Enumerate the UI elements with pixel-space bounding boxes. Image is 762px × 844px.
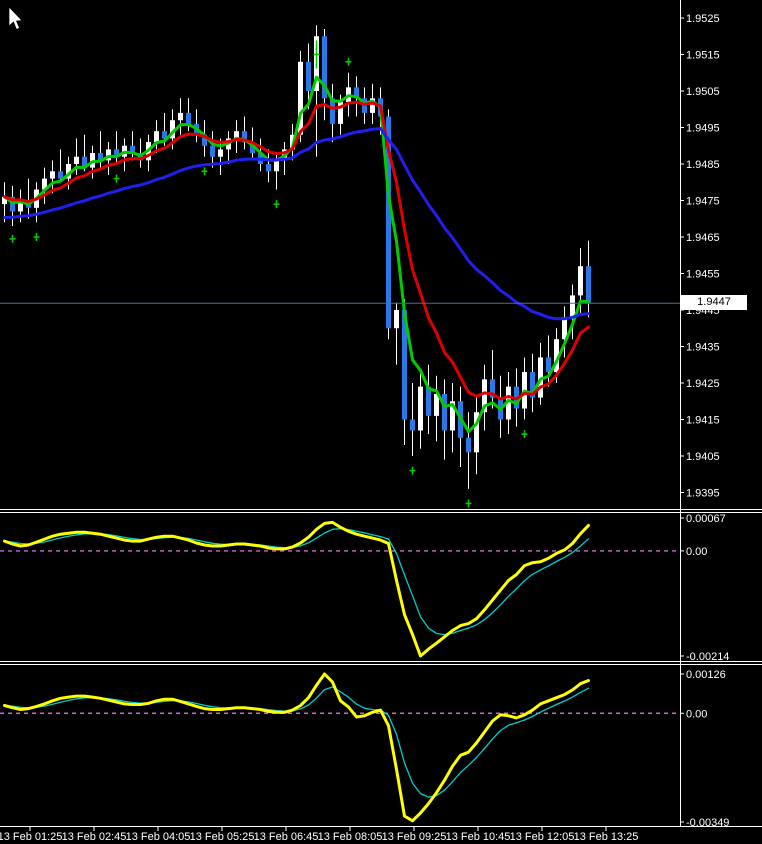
indicator-scale-label: -0.00349 bbox=[686, 817, 729, 829]
time-axis-label: 13 Feb 05:25 bbox=[190, 831, 255, 843]
signal-line bbox=[5, 687, 589, 797]
price-axis[interactable]: 1.9525 1.9515 1.9505 1.9495 1.9485 1.9475 1.94… bbox=[680, 0, 720, 827]
time-axis-label: 13 Feb 12:05 bbox=[510, 831, 575, 843]
price-axis-label: 1.9485 bbox=[686, 159, 720, 171]
time-axis-label: 13 Feb 08:05 bbox=[318, 831, 383, 843]
candle-body bbox=[274, 160, 279, 171]
candle-body bbox=[210, 146, 215, 157]
oscillator-panel-2[interactable]: 0.00126 0.00 -0.00349 bbox=[0, 662, 762, 830]
indicator-scale-label: 0.00067 bbox=[686, 513, 726, 525]
candle-body bbox=[570, 295, 575, 317]
price-axis-label: 1.9415 bbox=[686, 415, 720, 427]
candle-body bbox=[74, 157, 79, 164]
candle-body bbox=[154, 131, 159, 142]
candle-body bbox=[266, 164, 271, 171]
trading-chart-window: 1.9525 1.9515 1.9505 1.9495 1.9485 1.9475 1.94… bbox=[0, 0, 762, 844]
candle-body bbox=[178, 113, 183, 120]
time-axis-label: 13 Feb 09:25 bbox=[382, 831, 447, 843]
price-axis-label: 1.9435 bbox=[686, 342, 720, 354]
candlestick-panel[interactable] bbox=[0, 25, 680, 507]
price-axis-label: 1.9475 bbox=[686, 196, 720, 208]
indicator-scale-label: 0.00 bbox=[686, 546, 707, 558]
price-axis-label: 1.9425 bbox=[686, 378, 720, 390]
mouse-cursor-icon bbox=[8, 7, 30, 33]
price-axis-label: 1.9515 bbox=[686, 50, 720, 62]
main-indicator-line bbox=[5, 674, 589, 821]
candle-body bbox=[186, 113, 191, 124]
candle-body bbox=[306, 62, 311, 91]
chart-canvas[interactable]: 1.9525 1.9515 1.9505 1.9495 1.9485 1.9475 1.94… bbox=[0, 0, 762, 844]
price-axis-label: 1.9395 bbox=[686, 488, 720, 500]
time-axis-label: 13 Feb 06:45 bbox=[254, 831, 319, 843]
price-axis-label: 1.9495 bbox=[686, 123, 720, 135]
time-axis[interactable]: 13 Feb 01:2513 Feb 02:4513 Feb 04:0513 F… bbox=[0, 826, 762, 843]
price-axis-label: 1.9525 bbox=[686, 13, 720, 25]
indicator-scale-label: 0.00126 bbox=[686, 669, 726, 681]
candle-body bbox=[426, 387, 431, 416]
price-axis-label: 1.9505 bbox=[686, 86, 720, 98]
price-axis-label: 1.9405 bbox=[686, 451, 720, 463]
candle-body bbox=[410, 420, 415, 431]
candle-body bbox=[50, 171, 55, 178]
indicator-scale-label: 0.00 bbox=[686, 708, 707, 720]
candle-body bbox=[58, 171, 63, 178]
candle-body bbox=[394, 310, 399, 328]
candle-body bbox=[586, 266, 591, 303]
candle-body bbox=[442, 394, 447, 431]
time-axis-label: 13 Feb 13:25 bbox=[574, 831, 639, 843]
candle-body bbox=[466, 438, 471, 453]
current-price-box: 1.9447 bbox=[681, 295, 747, 310]
oscillator-panel-1[interactable]: 0.000670.00-0.00214 bbox=[0, 510, 762, 664]
candle-body bbox=[546, 357, 551, 372]
current-price-label: 1.9447 bbox=[697, 296, 731, 308]
main-indicator-line bbox=[5, 522, 589, 656]
time-axis-label: 13 Feb 10:45 bbox=[446, 831, 511, 843]
time-axis-label: 13 Feb 04:05 bbox=[126, 831, 191, 843]
price-axis-label: 1.9465 bbox=[686, 232, 720, 244]
candle-body bbox=[218, 149, 223, 156]
candle-body bbox=[418, 387, 423, 431]
time-axis-label: 13 Feb 02:45 bbox=[62, 831, 127, 843]
candle-body bbox=[578, 266, 583, 295]
price-axis-label: 1.9455 bbox=[686, 269, 720, 281]
time-axis-label: 13 Feb 01:25 bbox=[0, 831, 62, 843]
